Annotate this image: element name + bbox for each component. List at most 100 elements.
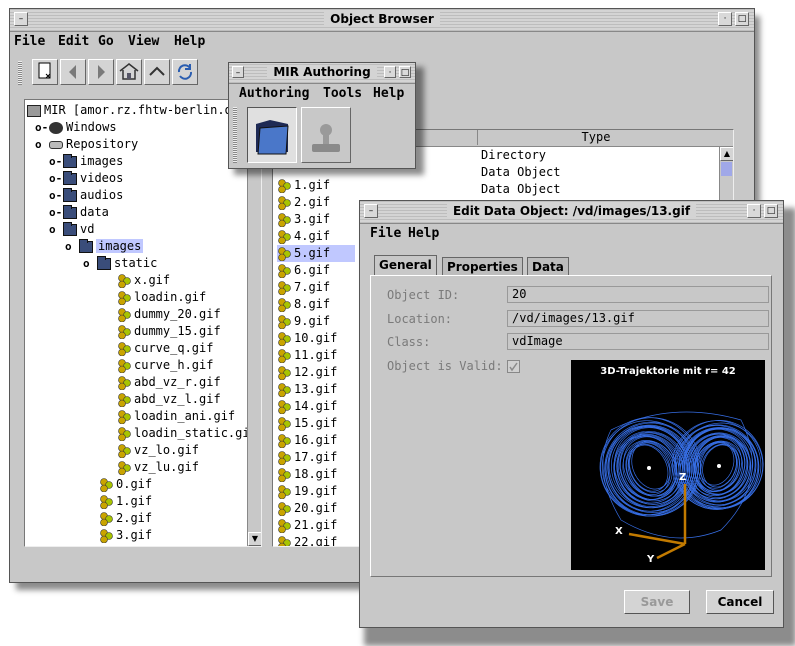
tree-node[interactable]: o-images [49,153,123,170]
menu-file[interactable]: File [14,34,45,49]
list-item[interactable]: 11.gif [277,347,337,364]
dialog-maximize-button[interactable]: □ [764,204,778,218]
tree-node[interactable]: o-videos [49,170,123,187]
back-button[interactable] [60,59,86,85]
mir-minimize-button[interactable]: · [384,66,396,78]
list-item[interactable]: 13.gif [277,381,337,398]
tree-node[interactable]: 3.gif [99,527,152,544]
tree-expander-icon[interactable]: o [65,238,77,255]
tree-node[interactable]: 1.gif [99,493,152,510]
list-item[interactable]: 22.gif [277,534,337,546]
edit-dialog-titlebar[interactable]: – Edit Data Object: /vd/images/13.gif · … [360,201,783,224]
mir-authoring-titlebar[interactable]: – MIR Authoring · □ [229,63,415,84]
tree-node[interactable]: vz_lu.gif [117,459,199,476]
save-button[interactable]: Save [624,590,690,614]
tree-node[interactable]: dummy_20.gif [117,306,221,323]
tree-expander-icon[interactable]: o- [49,153,62,170]
dialog-minimize-button[interactable]: · [747,204,761,218]
class-field[interactable]: vdImage [507,333,769,350]
tree-node[interactable]: MIR [amor.rz.fhtw-berlin.de:5 [27,102,254,119]
object-valid-checkbox[interactable] [507,360,520,373]
list-scroll-thumb[interactable] [721,162,732,176]
list-item[interactable]: 5.gif [277,245,355,262]
tree-node[interactable]: o static [83,255,157,272]
list-item[interactable]: 12.gif [277,364,337,381]
tree-node[interactable]: o images [65,238,144,255]
scroll-down-button[interactable]: ▼ [248,532,261,546]
menu-edit[interactable]: Edit [58,34,89,49]
menu-help[interactable]: Help [174,34,205,49]
tree-expander-icon[interactable]: o- [35,119,48,136]
tab-data[interactable]: Data [527,257,569,276]
tree-node[interactable]: 2.gif [99,510,152,527]
menu-authoring[interactable]: Authoring [239,86,309,101]
minimize-button[interactable]: · [718,12,732,26]
menu-help[interactable]: Help [373,86,404,101]
list-item[interactable]: 2.gif [277,194,330,211]
list-item[interactable]: 17.gif [277,449,337,466]
stamp-tool-button[interactable] [301,107,351,163]
up-button[interactable] [144,59,170,85]
list-item[interactable]: 10.gif [277,330,337,347]
tree-node[interactable]: o-data [49,204,109,221]
tab-general[interactable]: General [374,255,437,276]
tree-node[interactable]: loadin.gif [117,289,206,306]
list-item[interactable]: 21.gif [277,517,337,534]
refresh-button[interactable] [172,59,198,85]
tree-expander-icon[interactable]: o [83,255,95,272]
tree-node[interactable]: o vd [49,221,94,238]
tree-node[interactable]: loadin_static.gif [117,425,257,442]
tree-expander-icon[interactable]: o [49,221,61,238]
list-item[interactable]: 1.gif [277,177,330,194]
tree-expander-icon[interactable]: o- [49,187,62,204]
tree-node[interactable]: 0.gif [99,476,152,493]
list-item[interactable]: 16.gif [277,432,337,449]
object-id-field[interactable]: 20 [507,286,769,303]
tree-node[interactable]: o- Windows [35,119,117,136]
tree-expander-icon[interactable]: o [35,136,47,153]
forward-button[interactable] [88,59,114,85]
tree-node[interactable]: 4.gif [99,544,152,546]
menu-tools[interactable]: Tools [323,86,362,101]
dialog-menu-help[interactable]: Help [408,226,439,241]
list-item[interactable]: 18.gif [277,466,337,483]
list-item[interactable]: 14.gif [277,398,337,415]
location-field[interactable]: /vd/images/13.gif [507,310,769,327]
tree-expander-icon[interactable]: o- [49,170,62,187]
tree-node[interactable]: loadin_ani.gif [117,408,235,425]
list-item-label: 9.gif [294,314,331,328]
dialog-menu-file[interactable]: File [370,226,401,241]
tree-node[interactable]: dummy_15.gif [117,323,221,340]
tree-node[interactable]: o-audios [49,187,123,204]
menu-view[interactable]: View [128,34,159,49]
tree-node[interactable]: o Repository [35,136,138,153]
folder-tool-button[interactable] [247,107,297,163]
tab-properties[interactable]: Properties [442,257,523,276]
list-item[interactable]: 15.gif [277,415,337,432]
tree-node[interactable]: curve_q.gif [117,340,213,357]
list-item[interactable]: 19.gif [277,483,337,500]
tree-node[interactable]: abd_vz_l.gif [117,391,221,408]
list-scroll-up-button[interactable]: ▲ [720,147,733,161]
home-button[interactable] [116,59,142,85]
column-header-type[interactable]: Type [477,130,714,145]
cancel-button[interactable]: Cancel [706,590,774,614]
menu-go[interactable]: Go [98,34,114,49]
list-item[interactable]: 7.gif [277,279,330,296]
tree-node[interactable]: vz_lo.gif [117,442,199,459]
new-object-button[interactable] [32,59,58,85]
object-browser-titlebar[interactable]: – Object Browser · □ [10,9,754,32]
tree-node-label: vz_lo.gif [134,443,200,457]
tree-node[interactable]: x.gif [117,272,170,289]
list-item[interactable]: 8.gif [277,296,330,313]
list-item[interactable]: 3.gif [277,211,330,228]
list-item[interactable]: 6.gif [277,262,330,279]
list-item[interactable]: 20.gif [277,500,337,517]
list-item[interactable]: 4.gif [277,228,330,245]
maximize-button[interactable]: □ [735,12,749,26]
mir-maximize-button[interactable]: □ [399,66,411,78]
tree-node[interactable]: curve_h.gif [117,357,213,374]
tree-expander-icon[interactable]: o- [49,204,62,221]
list-item[interactable]: 9.gif [277,313,330,330]
tree-node[interactable]: abd_vz_r.gif [117,374,221,391]
